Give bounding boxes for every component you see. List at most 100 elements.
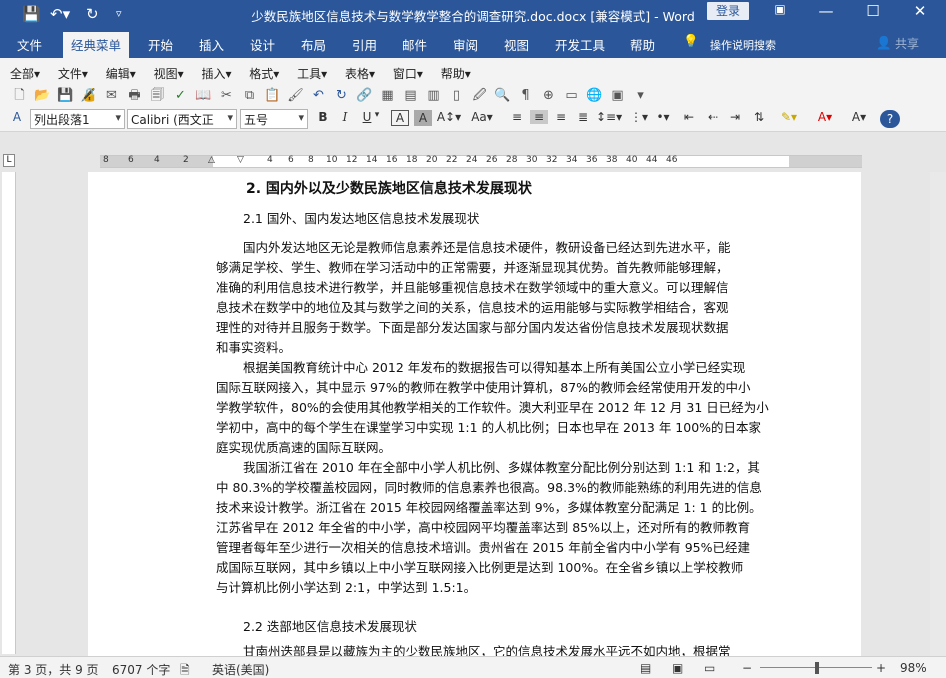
tab-classic-menu[interactable]: 经典菜单 (63, 32, 130, 58)
zoom-level[interactable]: 98% (900, 661, 927, 675)
print-layout-icon[interactable]: ▣ (672, 661, 683, 675)
tab-layout[interactable]: 布局 (301, 35, 326, 54)
word-count[interactable]: 6707 个字 (112, 661, 170, 678)
web-icon[interactable]: 🌐 (583, 88, 606, 103)
save-icon[interactable]: 💾 (54, 88, 77, 103)
font-dropdown[interactable]: Calibri (西文正 ▾ (127, 109, 237, 129)
document-page[interactable]: 2. 国内外以及少数民族地区信息技术发展现状 2.1 国外、国内发达地区信息技术… (88, 172, 861, 656)
login-button[interactable]: 登录 (707, 2, 749, 20)
copy-icon[interactable]: ⧉ (238, 88, 261, 103)
read-mode-icon[interactable]: ▤ (640, 661, 651, 675)
cut-icon[interactable]: ✂ (215, 88, 238, 103)
hyperlink-icon[interactable]: 🔗 (353, 88, 376, 103)
char-scale-button[interactable]: A↕▾ (436, 110, 462, 124)
language[interactable]: 英语(美国) (212, 661, 269, 678)
menu-format[interactable]: 格式▾ (249, 67, 279, 81)
undo-icon[interactable]: ↶ (307, 88, 330, 103)
redo-icon[interactable]: ↻ (330, 88, 353, 103)
menu-table[interactable]: 表格▾ (345, 67, 375, 81)
find-icon[interactable]: 🔍 (491, 88, 514, 103)
menu-tools[interactable]: 工具▾ (297, 67, 327, 81)
permission-icon[interactable]: 🔏 (77, 88, 100, 103)
tab-developer[interactable]: 开发工具 (555, 35, 605, 54)
line-spacing-icon[interactable]: ↕≡▾ (596, 110, 622, 124)
indent-icon[interactable]: ⇥ (726, 110, 744, 124)
menu-window[interactable]: 窗口▾ (393, 67, 423, 81)
outdent-icon[interactable]: ⇠ (704, 110, 722, 124)
insert-table-icon[interactable]: ▤ (399, 88, 422, 103)
research-icon[interactable]: 📖 (192, 88, 215, 103)
menu-all[interactable]: 全部▾ (10, 67, 40, 81)
zoom-out-icon[interactable]: − (742, 661, 752, 675)
email-icon[interactable]: ✉ (100, 88, 123, 103)
share-button[interactable]: 共享 (895, 35, 919, 52)
open-folder-icon[interactable]: 📂 (31, 88, 54, 103)
print-icon[interactable]: 🖶 (123, 86, 146, 108)
font-size-dropdown[interactable]: 五号 ▾ (240, 109, 308, 129)
tab-home[interactable]: 开始 (148, 35, 173, 54)
bullets-icon[interactable]: •▾ (652, 110, 674, 124)
excel-icon[interactable]: ▥ (422, 88, 445, 103)
menu-view[interactable]: 视图▾ (154, 67, 184, 81)
char-border-button[interactable]: A (391, 110, 409, 126)
menu-help[interactable]: 帮助▾ (441, 67, 471, 81)
zoom-slider-thumb[interactable] (815, 662, 819, 674)
more-icon[interactable]: ▾ (629, 88, 652, 103)
decrease-indent-icon[interactable]: ⇤ (680, 110, 698, 124)
tell-me-search[interactable]: 操作说明搜索 (710, 37, 776, 53)
change-case-button[interactable]: Aa▾ (468, 110, 496, 124)
show-marks-icon[interactable]: ¶ (514, 88, 537, 103)
format-painter-icon[interactable]: 🖌 (284, 88, 307, 103)
columns-icon[interactable]: ▯ (445, 88, 468, 103)
style-dropdown[interactable]: 列出段落1 ▾ (30, 109, 125, 129)
drawing-icon[interactable]: 🖉 (468, 86, 491, 108)
zoom-in-icon[interactable]: + (876, 661, 886, 675)
layout-icon[interactable]: ▣ (606, 88, 629, 103)
first-line-indent-marker[interactable]: ▽ (237, 155, 244, 165)
font-color-icon[interactable]: A▾ (812, 110, 838, 124)
spelling-icon[interactable]: ✓ (169, 88, 192, 103)
bold-button[interactable]: B (314, 110, 332, 124)
maximize-icon[interactable]: ☐ (850, 2, 896, 20)
align-left-icon[interactable]: ≡ (508, 110, 526, 124)
text-effects-icon[interactable]: A▾ (846, 110, 872, 124)
menu-edit[interactable]: 编辑▾ (106, 67, 136, 81)
italic-button[interactable]: I (336, 110, 354, 124)
menu-file[interactable]: 文件▾ (58, 67, 88, 81)
proofing-icon[interactable]: 🗎 (180, 661, 190, 678)
minimize-icon[interactable]: — (803, 2, 849, 20)
tab-insert[interactable]: 插入 (199, 35, 224, 54)
styles-icon[interactable]: A (8, 110, 26, 124)
web-layout-icon[interactable]: ▭ (704, 661, 715, 675)
tab-file[interactable]: 文件 (17, 35, 42, 54)
tab-selector[interactable]: L (3, 154, 15, 167)
menu-insert[interactable]: 插入▾ (201, 67, 231, 81)
tab-help[interactable]: 帮助 (630, 35, 655, 54)
new-document-icon[interactable]: 🗋 (8, 86, 31, 108)
zoom-icon[interactable]: ⊕ (537, 88, 560, 103)
vertical-ruler[interactable] (2, 172, 16, 654)
page-count[interactable]: 第 3 页，共 9 页 (8, 661, 99, 678)
help-icon[interactable]: ? (880, 110, 900, 128)
tab-review[interactable]: 审阅 (453, 35, 478, 54)
numbering-icon[interactable]: ⋮▾ (628, 110, 650, 124)
align-center-icon[interactable]: ≡ (530, 110, 548, 124)
print-preview-icon[interactable]: 🗐 (146, 86, 169, 108)
close-icon[interactable]: ✕ (897, 2, 943, 20)
horizontal-ruler[interactable]: 8 6 4 2 ▽ △ 4 6 8 10 12 14 16 18 20 22 2… (0, 153, 946, 170)
left-indent-marker[interactable]: △ (208, 155, 215, 165)
char-shading-button[interactable]: A (414, 110, 432, 126)
tables-icon[interactable]: ▦ (376, 88, 399, 103)
tab-references[interactable]: 引用 (352, 35, 377, 54)
tab-design[interactable]: 设计 (250, 35, 275, 54)
read-mode-icon[interactable]: ▭ (560, 88, 583, 103)
chevron-down-icon[interactable]: ▾ (372, 110, 382, 120)
sort-icon[interactable]: ⇅ (750, 110, 768, 124)
ribbon-display-icon[interactable]: ▣ (757, 2, 803, 16)
tab-mailings[interactable]: 邮件 (402, 35, 427, 54)
justify-icon[interactable]: ≣ (574, 110, 592, 124)
paste-icon[interactable]: 📋 (261, 88, 284, 103)
tab-view[interactable]: 视图 (504, 35, 529, 54)
highlight-icon[interactable]: ✎▾ (776, 110, 802, 124)
vertical-scrollbar[interactable] (930, 172, 946, 656)
